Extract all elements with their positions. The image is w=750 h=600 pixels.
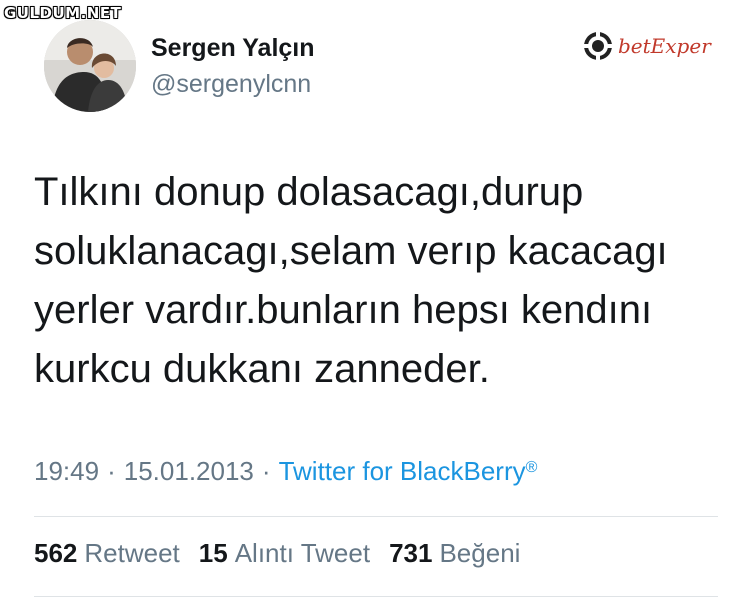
avatar[interactable] bbox=[44, 20, 136, 112]
divider bbox=[34, 516, 718, 517]
site-watermark: GULDUM.NET bbox=[4, 4, 122, 22]
tweet-stats: 562 Retweet 15 Alıntı Tweet 731 Beğeni bbox=[34, 538, 520, 569]
tweet-time[interactable]: 19:49 bbox=[34, 456, 99, 486]
tweet-line: soluklanacagı,selam verıp kacacagı bbox=[34, 229, 668, 273]
user-display-name[interactable]: Sergen Yalçın bbox=[151, 34, 315, 63]
stat-label: Beğeni bbox=[439, 538, 521, 568]
user-handle[interactable]: @sergenylcnn bbox=[151, 70, 311, 99]
retweet-count[interactable]: 562 Retweet bbox=[34, 538, 180, 569]
avatar-photo-icon bbox=[44, 20, 136, 112]
stat-count: 562 bbox=[34, 538, 78, 568]
brand-logo: betExper bbox=[582, 30, 711, 62]
tweet-meta: 19:49 · 15.01.2013 · Twitter for BlackBerry® bbox=[34, 456, 537, 487]
stat-count: 731 bbox=[389, 538, 433, 568]
stat-count: 15 bbox=[198, 538, 228, 568]
registered-mark: ® bbox=[525, 459, 538, 476]
poker-chip-icon bbox=[584, 32, 612, 60]
divider bbox=[34, 596, 718, 597]
quote-tweet-count[interactable]: 15 Alıntı Tweet bbox=[199, 538, 370, 569]
tweet-line: kurkcu dukkanı zanneder. bbox=[34, 347, 490, 391]
meta-separator: · bbox=[261, 456, 271, 486]
tweet-text: Tılkını donup dolasacagı,durup soluklana… bbox=[34, 163, 714, 399]
meta-separator: · bbox=[107, 456, 116, 486]
like-count[interactable]: 731 Beğeni bbox=[389, 538, 520, 569]
tweet-source-label: Twitter for BlackBerry bbox=[278, 456, 526, 486]
stat-label: Retweet bbox=[84, 538, 180, 568]
brand-text: betExper bbox=[618, 34, 711, 58]
tweet-source-link[interactable]: Twitter for BlackBerry® bbox=[279, 456, 538, 486]
tweet-line: yerler vardır.bunların hepsı kendını bbox=[34, 288, 653, 332]
tweet-line: Tılkını donup dolasacagı,durup bbox=[34, 170, 584, 214]
tweet-date[interactable]: 15.01.2013 bbox=[124, 456, 254, 486]
stat-label: Alıntı Tweet bbox=[234, 538, 371, 568]
